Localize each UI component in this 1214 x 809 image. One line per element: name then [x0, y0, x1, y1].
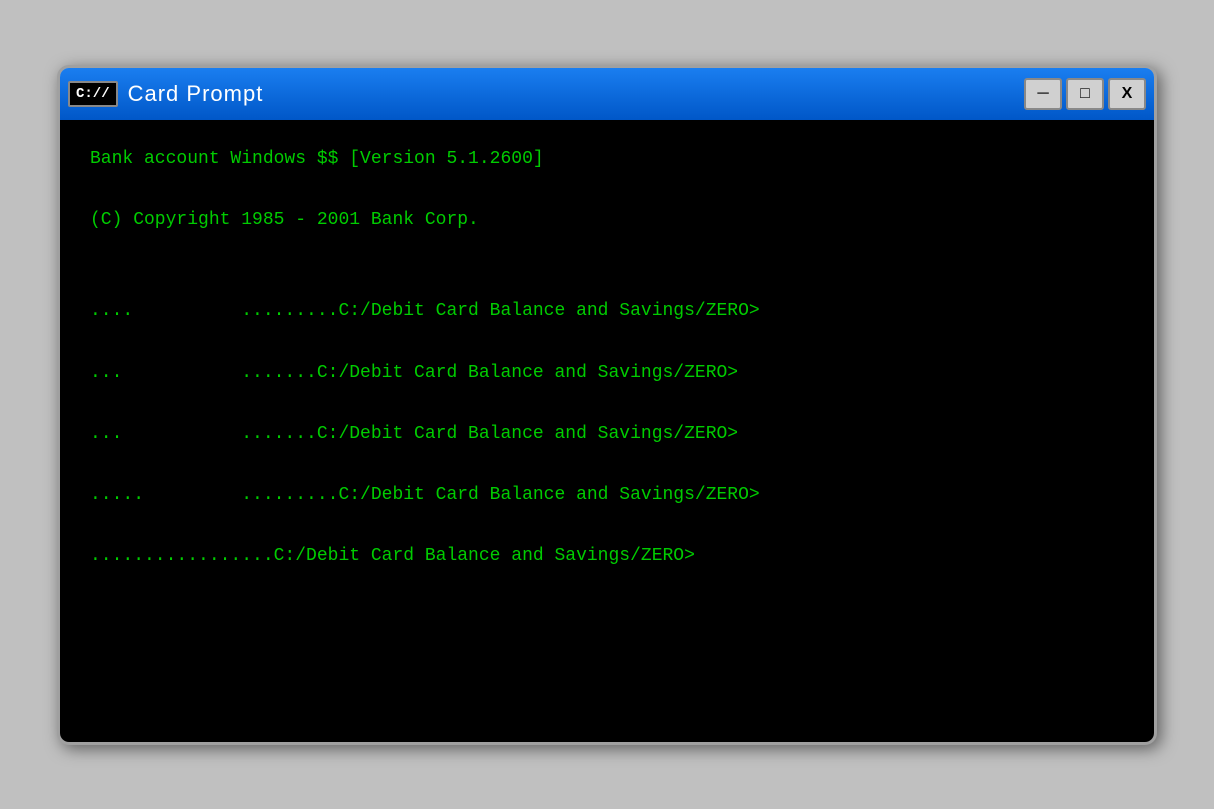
terminal-line: ... .......C:/Debit Card Balance and Sav… [90, 419, 1124, 450]
minimize-button[interactable]: ─ [1024, 78, 1062, 110]
window-title: Card Prompt [128, 81, 1014, 107]
maximize-button[interactable]: □ [1066, 78, 1104, 110]
window-controls: ─ □ X [1024, 78, 1146, 110]
terminal-line: Bank account Windows $$ [Version 5.1.260… [90, 144, 1124, 175]
terminal-line: ..... .........C:/Debit Card Balance and… [90, 480, 1124, 511]
cmd-icon: C:// [68, 81, 118, 107]
close-button[interactable]: X [1108, 78, 1146, 110]
window: C:// Card Prompt ─ □ X Bank account Wind… [57, 65, 1157, 745]
terminal-line [90, 266, 1124, 297]
terminal-body: Bank account Windows $$ [Version 5.1.260… [60, 120, 1154, 742]
title-bar: C:// Card Prompt ─ □ X [60, 68, 1154, 120]
terminal-line: ... .......C:/Debit Card Balance and Sav… [90, 358, 1124, 389]
terminal-line: .... .........C:/Debit Card Balance and … [90, 296, 1124, 327]
terminal-line: .................C:/Debit Card Balance a… [90, 541, 1124, 572]
terminal-output: Bank account Windows $$ [Version 5.1.260… [90, 144, 1124, 603]
terminal-line: (C) Copyright 1985 - 2001 Bank Corp. [90, 205, 1124, 236]
